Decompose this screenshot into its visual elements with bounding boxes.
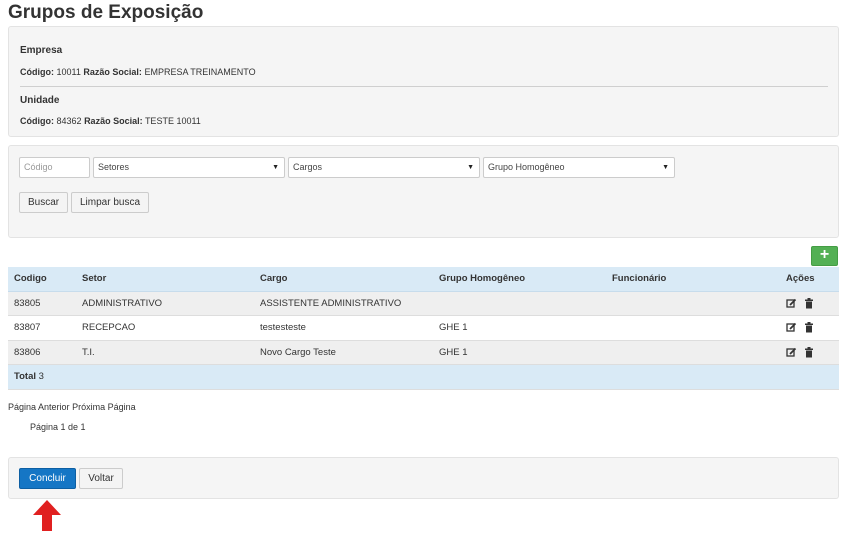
trash-icon[interactable] xyxy=(804,297,814,309)
col-grupo: Grupo Homogêneo xyxy=(439,273,526,284)
row-actions xyxy=(786,346,814,359)
cell-codigo: 83806 xyxy=(14,346,41,358)
cell-setor: RECEPCAO xyxy=(82,322,136,333)
unidade-name-label: Razão Social: xyxy=(84,116,143,126)
clear-search-button[interactable]: Limpar busca xyxy=(71,192,150,213)
chevron-down-icon: ▼ xyxy=(662,164,669,171)
trash-icon[interactable] xyxy=(804,346,814,358)
col-acoes: Ações xyxy=(786,273,815,284)
empresa-code: 10011 xyxy=(56,67,81,77)
cell-setor: T.I. xyxy=(82,346,95,358)
cell-codigo: 83805 xyxy=(14,297,41,309)
cargos-select-value: Cargos xyxy=(293,162,323,172)
table-row: 83806 T.I. Novo Cargo Teste GHE 1 xyxy=(8,340,839,365)
prev-page-link[interactable]: Página Anterior xyxy=(8,402,70,412)
chevron-down-icon: ▼ xyxy=(272,164,279,171)
cell-grupo: GHE 1 xyxy=(439,322,468,333)
col-cargo: Cargo xyxy=(260,273,288,284)
filter-panel: Código Setores ▼ Cargos ▼ Grupo Homogêne… xyxy=(8,145,839,238)
page-status: Página 1 de 1 xyxy=(30,422,86,432)
cell-setor: ADMINISTRATIVO xyxy=(82,297,163,309)
total: Total 3 xyxy=(14,365,44,389)
voltar-button[interactable]: Voltar xyxy=(79,468,123,489)
empresa-details: Código: 10011 Razão Social: EMPRESA TREI… xyxy=(20,67,256,77)
company-info-panel: Empresa Código: 10011 Razão Social: EMPR… xyxy=(8,26,839,137)
grupo-select[interactable]: Grupo Homogêneo ▼ xyxy=(483,157,675,178)
row-actions xyxy=(786,322,814,334)
edit-icon[interactable] xyxy=(786,322,797,333)
table-footer: Total 3 xyxy=(8,365,839,390)
col-funcionario: Funcionário xyxy=(612,273,667,284)
search-button[interactable]: Buscar xyxy=(19,192,69,213)
table-header: Codigo Setor Cargo Grupo Homogêneo Funci… xyxy=(8,267,839,292)
setores-select[interactable]: Setores ▼ xyxy=(93,157,285,178)
col-codigo: Codigo xyxy=(14,273,47,284)
empresa-heading: Empresa xyxy=(20,45,63,56)
unidade-code-label: Código: xyxy=(20,116,54,126)
table-row: 83805 ADMINISTRATIVO ASSISTENTE ADMINIST… xyxy=(8,291,839,316)
cell-codigo: 83807 xyxy=(14,322,41,333)
plus-icon: + xyxy=(819,246,830,263)
empresa-name: EMPRESA TREINAMENTO xyxy=(144,67,256,77)
next-page-link[interactable]: Próxima Página xyxy=(72,402,136,412)
code-search-input[interactable]: Código xyxy=(19,157,90,178)
cell-grupo: GHE 1 xyxy=(439,346,468,358)
col-setor: Setor xyxy=(82,273,107,284)
unidade-heading: Unidade xyxy=(20,95,60,106)
results-table: Codigo Setor Cargo Grupo Homogêneo Funci… xyxy=(8,267,839,390)
empresa-code-label: Código: xyxy=(20,67,54,77)
divider xyxy=(20,86,828,87)
pagination-links: Página Anterior Próxima Página xyxy=(8,402,136,412)
empresa-name-label: Razão Social: xyxy=(83,67,142,77)
row-actions xyxy=(786,297,814,310)
total-value: 3 xyxy=(38,371,44,382)
edit-icon[interactable] xyxy=(786,347,797,358)
unidade-code: 84362 xyxy=(56,116,82,126)
add-button[interactable]: + xyxy=(811,246,838,266)
trash-icon[interactable] xyxy=(804,322,814,333)
chevron-down-icon: ▼ xyxy=(467,164,474,171)
page-title: Grupos de Exposição xyxy=(8,2,204,23)
table-row: 83807 RECEPCAO testesteste GHE 1 xyxy=(8,316,839,341)
cell-cargo: testesteste xyxy=(260,322,306,333)
footer-panel: Concluir Voltar xyxy=(8,457,839,499)
concluir-button[interactable]: Concluir xyxy=(19,468,76,489)
red-arrow-up-icon xyxy=(33,500,61,531)
cargos-select[interactable]: Cargos ▼ xyxy=(288,157,480,178)
unidade-details: Código: 84362 Razão Social: TESTE 10011 xyxy=(20,116,201,126)
cell-cargo: Novo Cargo Teste xyxy=(260,346,336,358)
grupo-select-value: Grupo Homogêneo xyxy=(488,162,565,172)
cell-cargo: ASSISTENTE ADMINISTRATIVO xyxy=(260,297,402,309)
setores-select-value: Setores xyxy=(98,162,130,172)
edit-icon[interactable] xyxy=(786,298,797,309)
total-label: Total xyxy=(14,371,36,382)
unidade-name: TESTE 10011 xyxy=(144,116,201,126)
